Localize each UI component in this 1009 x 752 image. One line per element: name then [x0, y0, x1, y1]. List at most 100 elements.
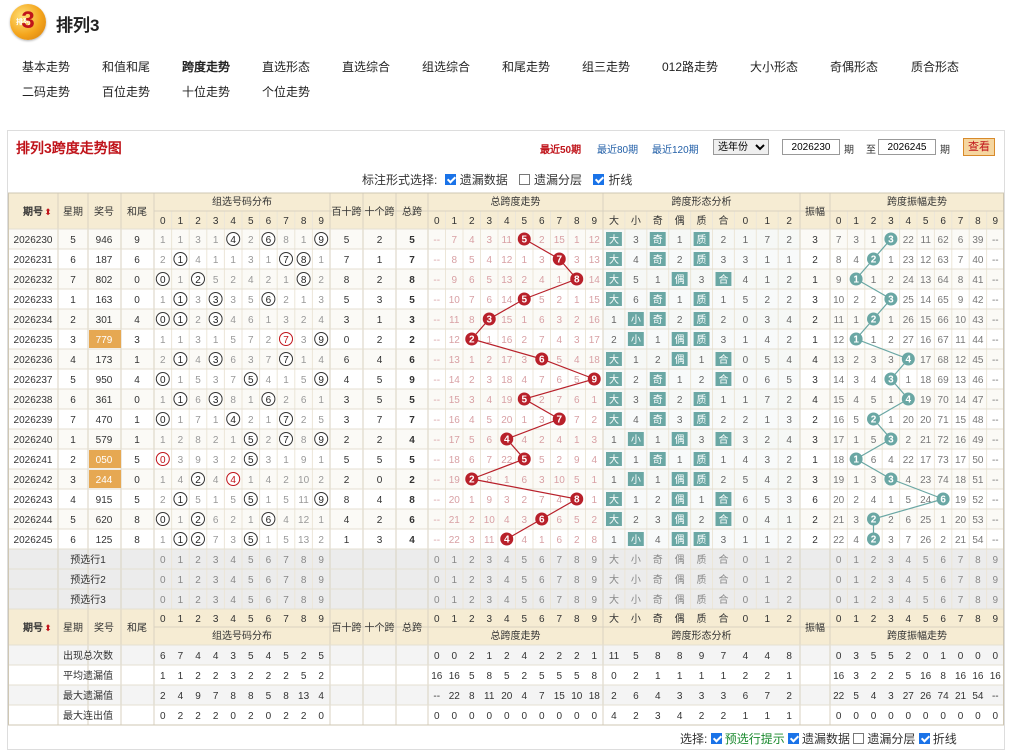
- group-hit-number: 9: [318, 335, 324, 346]
- total-trend-ball-label: 5: [521, 455, 527, 466]
- bt-span: 2: [344, 475, 350, 486]
- amp-trend-miss: 47: [972, 395, 984, 406]
- checkbox-unchecked-icon[interactable]: [519, 174, 531, 185]
- nav-link[interactable]: 012路走势: [662, 58, 718, 75]
- nav-link[interactable]: 直选综合: [342, 58, 390, 75]
- footer-tg: 十个跨: [365, 621, 395, 634]
- nav-link[interactable]: 大小形态: [750, 58, 798, 75]
- group-miss: 6: [301, 395, 307, 406]
- shape-miss: 6: [743, 495, 749, 506]
- total-trend-miss: 2: [574, 535, 580, 546]
- shape-hit-label: 大: [609, 273, 619, 286]
- nav-link[interactable]: 奇偶形态: [830, 58, 878, 75]
- sum-tail: 4: [134, 375, 140, 386]
- tg-span: 1: [377, 255, 383, 266]
- trend-table: 期号期号星期星期奖号奖号和尾和尾⬍⬍组选号码分布百十跨 十个跨 总跨总跨度走势 跨度形…: [8, 192, 1004, 726]
- pick-shape: 大: [609, 553, 619, 566]
- weekday: 3: [70, 475, 76, 486]
- year-select[interactable]: 选年份: [713, 139, 769, 155]
- from-issue-input[interactable]: [782, 139, 840, 155]
- nav-link[interactable]: 跨度走势: [182, 58, 230, 75]
- prize-number: 163: [96, 295, 113, 306]
- amp-value: 3: [812, 375, 818, 386]
- miss-layer-toggle[interactable]: 遗漏分层: [519, 173, 586, 187]
- shape-miss: 3: [764, 455, 770, 466]
- stat-value: 8: [283, 691, 289, 702]
- checkbox-checked-icon[interactable]: [444, 174, 456, 185]
- shape-miss: 2: [633, 375, 639, 386]
- nav-link[interactable]: 组选综合: [422, 58, 470, 75]
- weekday: 5: [70, 375, 76, 386]
- nav-link[interactable]: 和值和尾: [102, 58, 150, 75]
- stat-value: 21: [955, 691, 967, 702]
- total-span: 6: [409, 355, 415, 366]
- checkbox-checked-icon[interactable]: [788, 733, 800, 744]
- footer-digit-g: 6: [266, 614, 272, 625]
- pick-digit: 5: [248, 595, 254, 606]
- header-digit-g: 3: [213, 216, 219, 227]
- checkbox-checked-icon[interactable]: [593, 174, 605, 185]
- total-span: 8: [409, 275, 415, 286]
- shape-miss: 4: [743, 275, 749, 286]
- line-toggle[interactable]: 折线: [593, 173, 636, 187]
- checkbox-unchecked-icon[interactable]: [853, 733, 865, 744]
- recent-80-link[interactable]: 最近80期: [597, 141, 638, 156]
- checkbox-checked-icon[interactable]: [710, 733, 722, 744]
- query-button[interactable]: 查看: [963, 138, 995, 156]
- amp-trend-miss: 19: [955, 495, 967, 506]
- stat-value: 8: [655, 651, 661, 662]
- amp-trend-miss: 65: [938, 295, 950, 306]
- sum-tail: 6: [134, 255, 140, 266]
- total-trend-miss: 2: [591, 415, 597, 426]
- weekday: 6: [70, 255, 76, 266]
- total-trend-miss: 2: [469, 375, 475, 386]
- checkbox-checked-icon[interactable]: [918, 733, 930, 744]
- prize-number: 946: [96, 235, 113, 246]
- stat-value: 0: [539, 711, 545, 722]
- amp-trend-miss: 13: [833, 355, 845, 366]
- nav-link[interactable]: 质合形态: [911, 58, 959, 75]
- amp-trend-miss: --: [992, 315, 999, 326]
- recent-120-link[interactable]: 最近120期: [652, 141, 699, 156]
- shape-hit-label: 偶: [675, 333, 685, 346]
- recent-50-link[interactable]: 最近50期: [540, 141, 581, 156]
- stat-value: 2: [248, 711, 254, 722]
- nav-link[interactable]: 组三走势: [582, 58, 630, 75]
- miss-data-toggle[interactable]: 遗漏数据: [444, 173, 512, 187]
- header-digit-a: 1: [853, 216, 859, 227]
- to-issue-input[interactable]: [878, 139, 936, 155]
- weekday: 5: [70, 515, 76, 526]
- total-trend-miss: 4: [556, 335, 562, 346]
- total-trend-miss: 8: [469, 315, 475, 326]
- total-trend-miss: 3: [591, 435, 597, 446]
- amp-trend-miss: 5: [906, 495, 912, 506]
- issue-number: 2026241: [14, 455, 53, 466]
- nav-link[interactable]: 二码走势: [22, 83, 70, 100]
- amp-trend-ball-label: 1: [853, 275, 859, 286]
- bottom-line-toggle[interactable]: 折线: [918, 732, 957, 746]
- logo-icon: 排列 3: [10, 4, 46, 40]
- group-miss: 4: [213, 475, 219, 486]
- miss-layer-label: 遗漏分层: [534, 173, 583, 187]
- nav-link[interactable]: 百位走势: [102, 83, 150, 100]
- group-miss: 5: [248, 295, 254, 306]
- total-trend-miss: 16: [449, 415, 461, 426]
- nav-link[interactable]: 个位走势: [262, 83, 310, 100]
- pick-digit: 2: [871, 555, 877, 566]
- amp-trend-miss: --: [992, 235, 999, 246]
- nav-link[interactable]: 基本走势: [22, 58, 70, 75]
- bottom-miss-toggle[interactable]: 遗漏数据: [788, 732, 850, 746]
- pick-digit: 9: [993, 555, 999, 566]
- pick-digit: 9: [993, 575, 999, 586]
- pick-shape: 偶: [675, 553, 685, 566]
- amp-trend-miss: 5: [871, 435, 877, 446]
- stat-value: 18: [589, 691, 601, 702]
- pick-hint-toggle[interactable]: 预选行提示: [710, 732, 785, 746]
- nav-link[interactable]: 直选形态: [262, 58, 310, 75]
- pick-digit: 2: [195, 555, 201, 566]
- bottom-layer-toggle[interactable]: 遗漏分层: [853, 732, 915, 746]
- nav-link[interactable]: 十位走势: [182, 83, 230, 100]
- group-miss: 2: [318, 535, 324, 546]
- nav-link[interactable]: 和尾走势: [502, 58, 550, 75]
- total-trend-miss: 7: [451, 235, 457, 246]
